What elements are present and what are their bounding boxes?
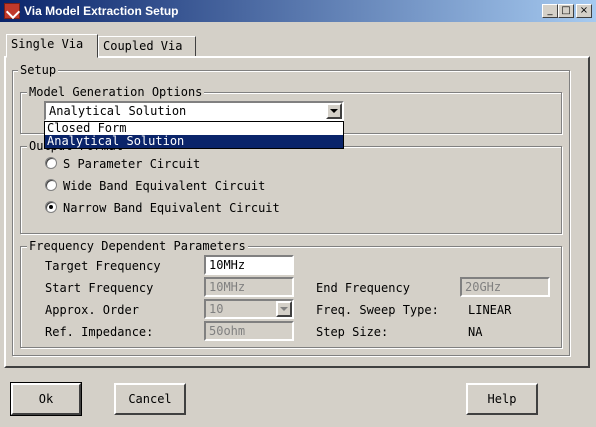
window-title: Via Model Extraction Setup	[24, 4, 179, 18]
model-generation-select[interactable]: Analytical Solution	[44, 101, 344, 121]
ref-impedance-input[interactable]: 50ohm	[204, 321, 294, 341]
sweep-type-value: LINEAR	[468, 303, 512, 317]
model-generation-dropdown-list: Closed Form Analytical Solution	[44, 121, 344, 149]
narrow-band-radio[interactable]	[45, 201, 57, 213]
start-frequency-label: Start Frequency	[45, 281, 154, 295]
chevron-down-icon	[280, 307, 288, 311]
close-button[interactable]: ×	[576, 4, 592, 18]
end-frequency-label: End Frequency	[316, 281, 410, 295]
wide-band-label: Wide Band Equivalent Circuit	[63, 179, 266, 193]
tab-coupled-via[interactable]: Coupled Via	[98, 36, 196, 58]
ref-impedance-label: Ref. Impedance:	[45, 325, 154, 339]
tab-single-via[interactable]: Single Via	[6, 34, 98, 58]
target-frequency-label: Target Frequency	[45, 259, 161, 273]
narrow-band-label: Narrow Band Equivalent Circuit	[63, 201, 280, 215]
step-size-label: Step Size:	[316, 325, 389, 339]
chevron-down-icon	[330, 109, 338, 113]
app-icon[interactable]	[4, 3, 20, 19]
approx-order-label: Approx. Order	[45, 303, 139, 317]
setup-legend: Setup	[18, 63, 59, 77]
wide-band-radio[interactable]	[45, 179, 57, 191]
radio-selected-dot	[49, 205, 53, 209]
s-parameter-label: S Parameter Circuit	[63, 157, 201, 171]
s-parameter-radio[interactable]	[45, 157, 57, 169]
approx-order-dropdown-button[interactable]	[276, 301, 292, 317]
model-generation-legend: Model Generation Options	[27, 85, 205, 99]
step-size-value: NA	[468, 325, 483, 339]
help-button[interactable]: Help	[466, 383, 538, 415]
option-analytical-solution[interactable]: Analytical Solution	[45, 135, 343, 148]
maximize-button[interactable]: □	[558, 4, 574, 18]
frequency-legend: Frequency Dependent Parameters	[27, 239, 248, 253]
model-generation-dropdown-button[interactable]	[326, 103, 342, 119]
minimize-button[interactable]: _	[542, 4, 558, 18]
cancel-button[interactable]: Cancel	[114, 383, 186, 415]
target-frequency-input[interactable]: 10MHz	[204, 255, 294, 275]
end-frequency-input[interactable]: 20GHz	[460, 277, 550, 297]
start-frequency-input[interactable]: 10MHz	[204, 277, 294, 297]
ok-button[interactable]: Ok	[10, 382, 82, 416]
sweep-type-label: Freq. Sweep Type:	[316, 303, 439, 317]
